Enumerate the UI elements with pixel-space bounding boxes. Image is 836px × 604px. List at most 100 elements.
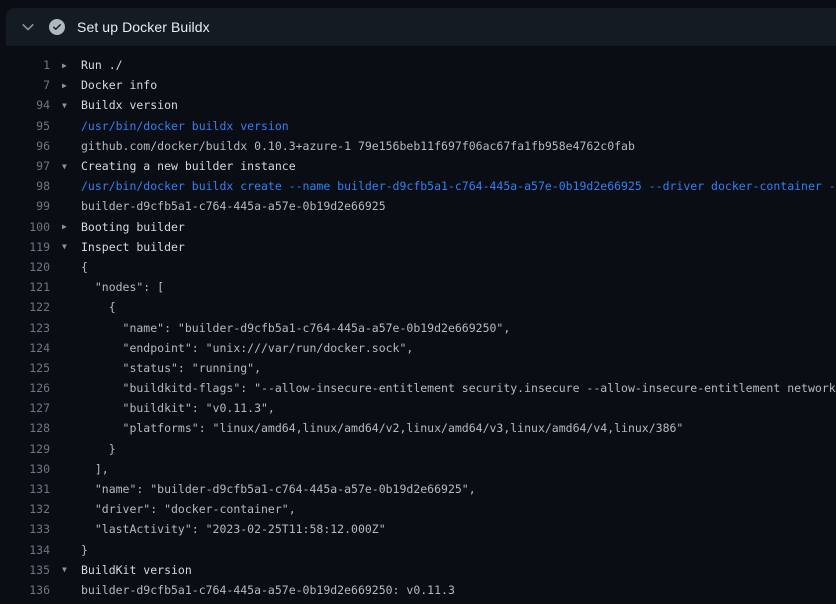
log-text-line: {: [62, 260, 836, 274]
log-line: 124 "endpoint": "unix:///var/run/docker.…: [0, 338, 836, 358]
log-group-header[interactable]: ▼Creating a new builder instance: [62, 159, 836, 173]
line-number[interactable]: 131: [0, 482, 50, 496]
line-number[interactable]: 124: [0, 341, 50, 355]
log-line[interactable]: 7 ▶Docker info: [0, 75, 836, 95]
log-text-line: }: [62, 442, 836, 456]
log-group-header[interactable]: ▶Booting builder: [62, 220, 836, 234]
log-text-line: }: [62, 543, 836, 557]
log-line: 125 "status": "running",: [0, 358, 836, 378]
chevron-down-icon[interactable]: [20, 19, 36, 35]
line-number[interactable]: 98: [0, 179, 50, 193]
log-text-line: "name": "builder-d9cfb5a1-c764-445a-a57e…: [62, 321, 836, 335]
line-text: "nodes": [: [81, 280, 164, 294]
log-text-line: "lastActivity": "2023-02-25T11:58:12.000…: [62, 522, 836, 536]
line-number[interactable]: 125: [0, 361, 50, 375]
line-number[interactable]: 121: [0, 280, 50, 294]
line-text: }: [81, 442, 116, 456]
line-number[interactable]: 133: [0, 522, 50, 536]
triangle-right-icon[interactable]: ▶: [62, 81, 81, 90]
line-text: "buildkit": "v0.11.3",: [81, 401, 275, 415]
line-text: }: [81, 543, 88, 557]
line-number[interactable]: 129: [0, 442, 50, 456]
line-text: BuildKit version: [81, 563, 192, 577]
line-number[interactable]: 120: [0, 260, 50, 274]
triangle-down-icon[interactable]: ▼: [62, 101, 81, 110]
step-title: Set up Docker Buildx: [77, 19, 210, 35]
log-line: 99builder-d9cfb5a1-c764-445a-a57e-0b19d2…: [0, 196, 836, 216]
line-text: {: [81, 300, 116, 314]
line-text: "name": "builder-d9cfb5a1-c764-445a-a57e…: [81, 321, 510, 335]
line-number[interactable]: 122: [0, 300, 50, 314]
line-number[interactable]: 1: [0, 58, 50, 72]
line-number[interactable]: 100: [0, 220, 50, 234]
log-group-header[interactable]: ▶Run ./: [62, 58, 836, 72]
log-line[interactable]: 100 ▶Booting builder: [0, 217, 836, 237]
line-number[interactable]: 123: [0, 321, 50, 335]
log-line[interactable]: 97 ▼Creating a new builder instance: [0, 156, 836, 176]
line-number[interactable]: 7: [0, 78, 50, 92]
log-line[interactable]: 135 ▼BuildKit version: [0, 560, 836, 580]
line-number[interactable]: 96: [0, 139, 50, 153]
log-line: 133 "lastActivity": "2023-02-25T11:58:12…: [0, 519, 836, 539]
triangle-down-icon[interactable]: ▼: [62, 162, 81, 171]
line-number[interactable]: 132: [0, 502, 50, 516]
line-text: "lastActivity": "2023-02-25T11:58:12.000…: [81, 522, 386, 536]
line-number[interactable]: 127: [0, 401, 50, 415]
log-line: 129 }: [0, 439, 836, 459]
log-text-line: "endpoint": "unix:///var/run/docker.sock…: [62, 341, 836, 355]
log-line[interactable]: 119 ▼Inspect builder: [0, 237, 836, 257]
line-text: /usr/bin/docker buildx version: [81, 119, 289, 133]
log-text-line: "status": "running",: [62, 361, 836, 375]
log-line: 130 ],: [0, 459, 836, 479]
line-text: "endpoint": "unix:///var/run/docker.sock…: [81, 341, 413, 355]
log-text-line: /usr/bin/docker buildx create --name bui…: [62, 179, 836, 193]
line-number[interactable]: 126: [0, 381, 50, 395]
line-number[interactable]: 130: [0, 462, 50, 476]
log-text-line: ],: [62, 462, 836, 476]
log-group-header[interactable]: ▼BuildKit version: [62, 563, 836, 577]
line-text: github.com/docker/buildx 0.10.3+azure-1 …: [81, 139, 635, 153]
line-text: Buildx version: [81, 98, 178, 112]
line-number[interactable]: 135: [0, 563, 50, 577]
triangle-down-icon[interactable]: ▼: [62, 242, 81, 251]
triangle-down-icon[interactable]: ▼: [62, 565, 81, 574]
log-group-header[interactable]: ▼Buildx version: [62, 98, 836, 112]
log-group-header[interactable]: ▶Docker info: [62, 78, 836, 92]
line-number[interactable]: 128: [0, 421, 50, 435]
line-text: /usr/bin/docker buildx create --name bui…: [81, 179, 836, 193]
line-text: Booting builder: [81, 220, 185, 234]
line-number[interactable]: 94: [0, 98, 50, 112]
log-line: 122 {: [0, 297, 836, 317]
line-text: ],: [81, 462, 109, 476]
line-text: Inspect builder: [81, 240, 185, 254]
line-text: "driver": "docker-container",: [81, 502, 296, 516]
log-text-line: "nodes": [: [62, 280, 836, 294]
line-number[interactable]: 136: [0, 583, 50, 597]
log-group-header[interactable]: ▼Inspect builder: [62, 240, 836, 254]
line-text: "status": "running",: [81, 361, 261, 375]
line-number[interactable]: 99: [0, 199, 50, 213]
line-text: Run ./: [81, 58, 123, 72]
triangle-right-icon[interactable]: ▶: [62, 61, 81, 70]
line-number[interactable]: 97: [0, 159, 50, 173]
line-number[interactable]: 134: [0, 543, 50, 557]
line-number[interactable]: 95: [0, 119, 50, 133]
triangle-right-icon[interactable]: ▶: [62, 222, 81, 231]
step-header[interactable]: Set up Docker Buildx: [6, 8, 836, 46]
line-text: "name": "builder-d9cfb5a1-c764-445a-a57e…: [81, 482, 476, 496]
log-text-line: "buildkit": "v0.11.3",: [62, 401, 836, 415]
log-lines: 1▶Run ./7▶Docker info94▼Buildx version95…: [0, 46, 836, 604]
line-text: {: [81, 260, 88, 274]
check-circle-icon: [49, 19, 65, 35]
log-line[interactable]: 94 ▼Buildx version: [0, 95, 836, 115]
log-line: 96 github.com/docker/buildx 0.10.3+azure-…: [0, 136, 836, 156]
log-text-line: "buildkitd-flags": "--allow-insecure-ent…: [62, 381, 836, 395]
line-number[interactable]: 119: [0, 240, 50, 254]
log-line: 132 "driver": "docker-container",: [0, 499, 836, 519]
log-line[interactable]: 1 ▶Run ./: [0, 55, 836, 75]
line-text: Creating a new builder instance: [81, 159, 296, 173]
log-line: 123 "name": "builder-d9cfb5a1-c764-445a-…: [0, 317, 836, 337]
log-text-line: {: [62, 300, 836, 314]
log-line: 120 {: [0, 257, 836, 277]
line-text: "buildkitd-flags": "--allow-insecure-ent…: [81, 381, 836, 395]
